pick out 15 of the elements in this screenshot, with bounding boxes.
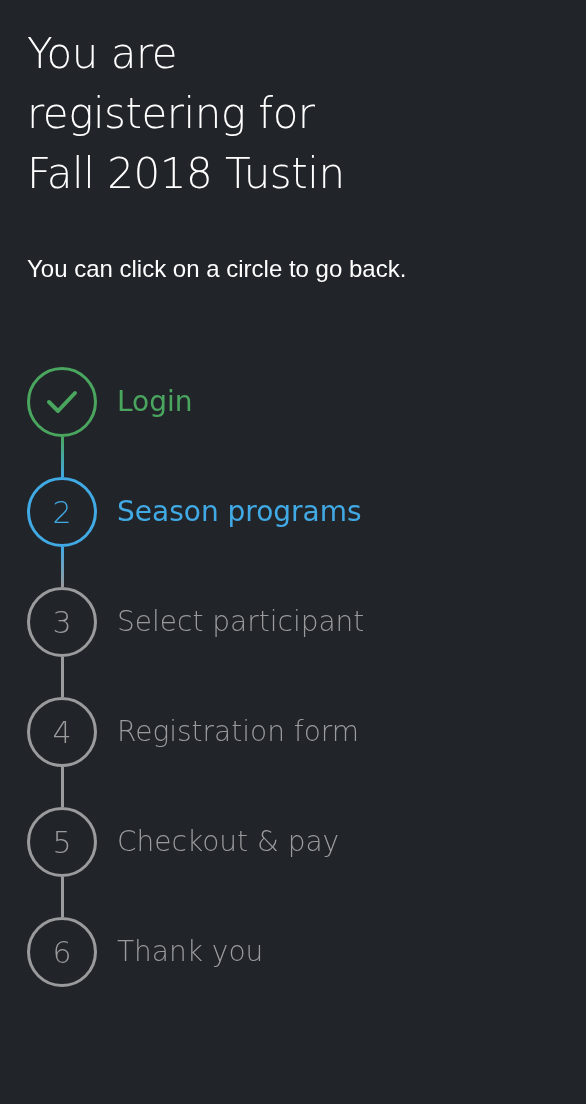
- step-number-circle[interactable]: 5: [27, 807, 97, 877]
- step-number-circle[interactable]: 6: [27, 917, 97, 987]
- step-label: Registration form: [117, 714, 360, 750]
- step-label: Select participant: [117, 604, 365, 640]
- checkmark-icon: [46, 390, 78, 414]
- step-number-circle[interactable]: 4: [27, 697, 97, 767]
- step-label: Season programs: [117, 494, 362, 530]
- step-label: Login: [117, 384, 193, 420]
- step-number-circle[interactable]: 2: [27, 477, 97, 547]
- page-title: You are registering for Fall 2018 Tustin: [27, 28, 346, 200]
- instruction-text: You can click on a circle to go back.: [27, 254, 408, 284]
- step-label: Checkout & pay: [117, 824, 340, 860]
- step-label: Thank you: [117, 934, 264, 970]
- step-number-circle[interactable]: 3: [27, 587, 97, 657]
- step-circle[interactable]: [27, 367, 97, 437]
